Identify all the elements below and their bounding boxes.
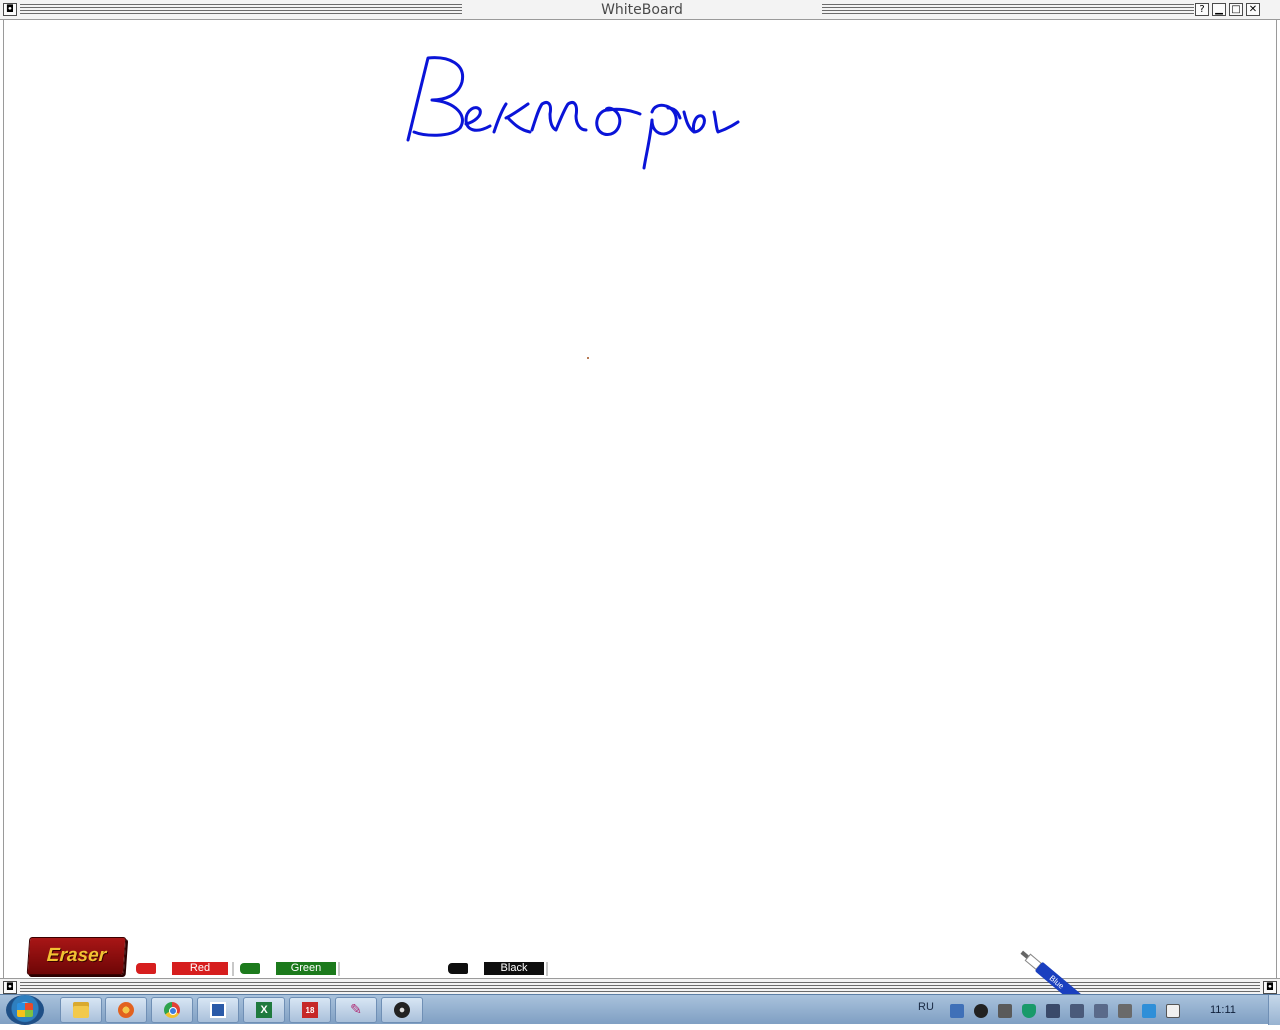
firefox-icon xyxy=(118,1002,134,1018)
tray-divider xyxy=(338,962,340,976)
window-menu-button[interactable]: ◘ xyxy=(3,3,17,16)
titlebar-grip xyxy=(822,4,1194,16)
minimize-button[interactable]: ▁ xyxy=(1212,3,1226,16)
excel-icon: X xyxy=(256,1002,272,1018)
black-marker-label: Black xyxy=(484,962,544,975)
app-icon xyxy=(210,1002,226,1018)
taskbar-explorer[interactable] xyxy=(60,997,102,1023)
handwriting-vektory xyxy=(406,56,740,359)
volume-icon[interactable] xyxy=(1070,1004,1084,1018)
lock-icon[interactable] xyxy=(998,1004,1012,1018)
scroll-right-button[interactable]: ◘ xyxy=(1263,981,1277,994)
scroll-left-button[interactable]: ◘ xyxy=(3,981,17,994)
language-indicator[interactable]: RU xyxy=(918,1001,934,1013)
taskbar-firefox[interactable] xyxy=(105,997,147,1023)
shield-icon[interactable] xyxy=(1022,1004,1036,1018)
marker-band xyxy=(262,963,274,974)
marker-band xyxy=(158,963,170,974)
red-marker-label: Red xyxy=(172,962,228,975)
eraser-label: Eraser xyxy=(46,945,107,966)
eraser-tool[interactable]: Eraser xyxy=(26,937,127,975)
calendar-icon: 18 xyxy=(302,1002,318,1018)
show-desktop-button[interactable] xyxy=(1268,995,1280,1025)
start-button[interactable] xyxy=(6,995,44,1025)
marker-cap xyxy=(240,963,260,974)
printer-icon[interactable] xyxy=(1118,1004,1132,1018)
windows-taskbar: X 18 ✎ RU 11:11 xyxy=(0,994,1280,1025)
tray-divider xyxy=(546,962,548,976)
green-marker[interactable]: Green xyxy=(240,961,336,976)
help-button[interactable]: ? xyxy=(1195,3,1209,16)
red-marker[interactable]: Red xyxy=(136,961,228,976)
vk-icon[interactable] xyxy=(950,1004,964,1018)
network-icon[interactable] xyxy=(1046,1004,1060,1018)
folder-icon xyxy=(73,1002,89,1018)
app-tray-icon[interactable] xyxy=(1142,1004,1156,1018)
system-tray: RU 11:11 xyxy=(910,995,1280,1025)
taskbar-calendar[interactable]: 18 xyxy=(289,997,331,1023)
display-icon[interactable] xyxy=(1094,1004,1108,1018)
taskbar-media[interactable] xyxy=(381,997,423,1023)
close-button[interactable]: ✕ xyxy=(1246,3,1260,16)
maximize-button[interactable]: □ xyxy=(1229,3,1243,16)
marker-cap xyxy=(448,963,468,974)
taskbar-chrome[interactable] xyxy=(151,997,193,1023)
green-marker-label: Green xyxy=(276,962,336,975)
media-icon[interactable] xyxy=(974,1004,988,1018)
taskbar-clock[interactable]: 11:11 xyxy=(1210,1004,1236,1016)
disc-icon xyxy=(394,1002,410,1018)
window-title: WhiteBoard xyxy=(601,2,683,18)
taskbar-pen-tool[interactable]: ✎ xyxy=(335,997,377,1023)
marker-cap xyxy=(136,963,156,974)
black-marker[interactable]: Black xyxy=(448,961,544,976)
chrome-icon xyxy=(164,1002,180,1018)
tray-divider xyxy=(232,962,234,976)
marker-band xyxy=(470,963,482,974)
window-titlebar[interactable]: ◘ WhiteBoard ? ▁ □ ✕ xyxy=(0,0,1280,20)
taskbar-app[interactable] xyxy=(197,997,239,1023)
titlebar-grip xyxy=(20,4,462,16)
whiteboard-canvas[interactable] xyxy=(3,20,1277,978)
flag-icon[interactable] xyxy=(1166,1004,1180,1018)
pen-icon: ✎ xyxy=(350,1002,362,1018)
taskbar-excel[interactable]: X xyxy=(243,997,285,1023)
